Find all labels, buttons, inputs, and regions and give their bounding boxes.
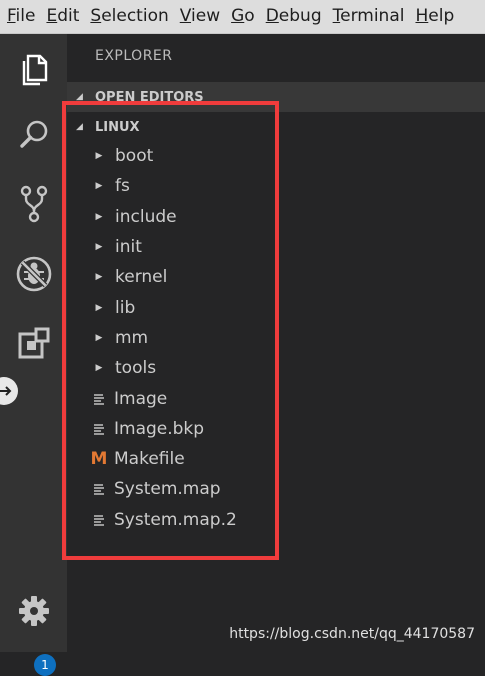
tree-item-label: mm [115, 327, 149, 348]
tree-item-label: Image.bkp [114, 418, 205, 439]
tree-folder-boot[interactable]: ▶ boot [67, 141, 485, 171]
tree-item-label: kernel [115, 267, 168, 288]
explorer-title: EXPLORER [95, 48, 173, 64]
menu-selection[interactable]: Selection [83, 0, 168, 33]
tree-item-label: Image [114, 388, 168, 409]
chevron-right-icon: ▶ [95, 181, 103, 192]
folder-section-header[interactable]: ◢ LINUX [67, 112, 485, 142]
makefile-icon: M [90, 448, 108, 469]
tree-item-label: System.map.2 [114, 509, 237, 530]
tree-item-label: fs [115, 176, 130, 197]
menu-bar: File Edit Selection View Go Debug Termin… [0, 0, 485, 34]
search-icon[interactable] [0, 112, 67, 158]
source-control-icon[interactable] [0, 181, 67, 227]
tree-file-system-map[interactable]: System.map [67, 474, 485, 504]
chevron-right-icon: ▶ [95, 151, 103, 162]
tree-item-label: boot [115, 146, 154, 167]
watermark: https://blog.csdn.net/qq_44170587 [229, 626, 475, 642]
menu-go[interactable]: Go [224, 0, 255, 33]
tree-folder-mm[interactable]: ▶ mm [67, 323, 485, 353]
caret-down-icon: ◢ [76, 122, 83, 132]
menu-help[interactable]: Help [408, 0, 454, 33]
file-tree: ▶ boot ▶ fs ▶ include ▶ init ▶ kernel ▶ … [67, 141, 485, 535]
menu-terminal[interactable]: Terminal [326, 0, 405, 33]
activity-bar: 1 [0, 34, 67, 676]
chevron-right-icon: ▶ [95, 363, 103, 374]
chevron-right-icon: ▶ [95, 242, 103, 253]
tree-file-image-bkp[interactable]: Image.bkp [67, 414, 485, 444]
collapse-handle[interactable] [0, 377, 18, 405]
text-file-icon [91, 483, 107, 496]
open-editors-label: OPEN EDITORS [95, 89, 204, 105]
chevron-right-icon: ▶ [95, 302, 103, 313]
files-icon[interactable] [0, 46, 67, 92]
settings-badge: 1 [34, 654, 56, 676]
tree-folder-tools[interactable]: ▶ tools [67, 353, 485, 383]
folder-label: LINUX [95, 119, 140, 135]
menu-debug[interactable]: Debug [259, 0, 322, 33]
tree-folder-kernel[interactable]: ▶ kernel [67, 262, 485, 292]
chevron-right-icon: ▶ [95, 211, 103, 222]
text-file-icon [91, 423, 107, 435]
debug-icon[interactable] [0, 251, 67, 297]
caret-down-icon: ◢ [76, 92, 83, 102]
chevron-right-icon: ▶ [95, 332, 103, 343]
tree-file-image[interactable]: Image [67, 383, 485, 413]
menu-edit[interactable]: Edit [39, 0, 79, 33]
text-file-icon [91, 514, 107, 526]
tree-item-label: init [115, 237, 142, 258]
open-editors-header[interactable]: ◢ OPEN EDITORS [67, 82, 485, 112]
chevron-right-icon: ▶ [95, 272, 103, 283]
explorer-sidebar: EXPLORER ◢ OPEN EDITORS ◢ LINUX ▶ boot ▶… [67, 34, 485, 652]
tree-item-label: include [115, 206, 177, 227]
tree-file-makefile[interactable]: M Makefile [67, 444, 485, 474]
menu-file[interactable]: File [0, 0, 35, 33]
tree-item-label: tools [115, 358, 157, 379]
tree-item-label: lib [115, 297, 136, 318]
tree-item-label: Makefile [114, 449, 185, 470]
tree-item-label: System.map [114, 479, 221, 500]
tree-folder-init[interactable]: ▶ init [67, 232, 485, 262]
tree-file-system-map-2[interactable]: System.map.2 [67, 505, 485, 535]
menu-view[interactable]: View [173, 0, 220, 33]
tree-folder-include[interactable]: ▶ include [67, 202, 485, 232]
tree-folder-fs[interactable]: ▶ fs [67, 171, 485, 201]
text-file-icon [91, 393, 107, 405]
gear-icon[interactable] [0, 588, 67, 634]
extensions-icon[interactable] [0, 320, 67, 366]
tree-folder-lib[interactable]: ▶ lib [67, 292, 485, 322]
